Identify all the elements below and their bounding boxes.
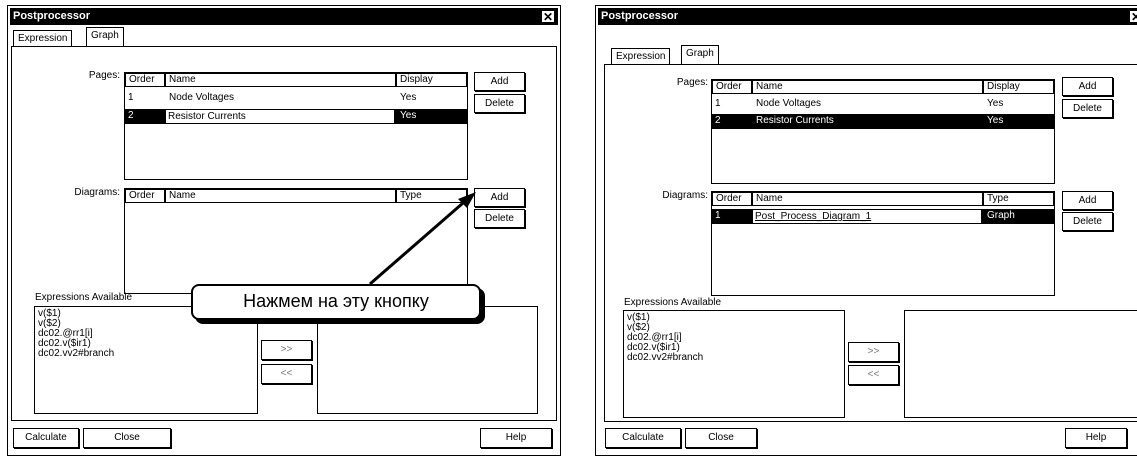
pages-list[interactable]: Order Name Display 1 Node Voltages Yes 2… bbox=[124, 72, 468, 180]
expressions-label: Expressions Available bbox=[624, 297, 722, 308]
pages-list[interactable]: Order Name Display 1 Node Voltages Yes 2… bbox=[711, 79, 1055, 184]
close-icon[interactable]: ✕ bbox=[1129, 10, 1137, 23]
move-right-button[interactable]: >> bbox=[261, 340, 312, 360]
diagrams-header-type[interactable]: Type bbox=[983, 192, 1054, 206]
calculate-button[interactable]: Calculate bbox=[13, 428, 79, 448]
diagrams-label: Diagrams: bbox=[74, 187, 120, 198]
row-order: 1 bbox=[715, 98, 721, 109]
pages-delete-button[interactable]: Delete bbox=[1062, 99, 1113, 118]
row-type: Graph bbox=[987, 210, 1015, 221]
pages-delete-button[interactable]: Delete bbox=[474, 94, 525, 113]
pages-add-button[interactable]: Add bbox=[474, 72, 525, 91]
close-button[interactable]: Close bbox=[83, 428, 171, 448]
table-row[interactable]: 1 Node Voltages Yes bbox=[712, 97, 1054, 112]
tab-expression[interactable]: Expression bbox=[13, 30, 73, 46]
diagram-name-edit-field[interactable]: Post_Process_Diagram_1 bbox=[752, 209, 982, 224]
pages-label: Pages: bbox=[88, 70, 120, 81]
callout-annotation: Нажмем на эту кнопку bbox=[191, 284, 481, 320]
row-display: Yes bbox=[987, 115, 1004, 126]
row-order: 2 bbox=[715, 115, 721, 126]
row-order: 1 bbox=[128, 92, 134, 103]
diagrams-add-button[interactable]: Add bbox=[474, 188, 525, 207]
row-order: 1 bbox=[715, 210, 721, 221]
table-row-selected[interactable]: 2 Resistor Currents Yes bbox=[712, 114, 1054, 129]
window-title: Postprocessor bbox=[601, 10, 679, 22]
move-left-button[interactable]: << bbox=[261, 364, 312, 384]
list-item[interactable]: dc02.vv2#branch bbox=[627, 353, 841, 363]
pages-header-order[interactable]: Order bbox=[125, 73, 165, 87]
selected-expressions-list[interactable] bbox=[904, 310, 1137, 418]
list-item[interactable]: v($1) bbox=[627, 313, 841, 323]
diagrams-add-button[interactable]: Add bbox=[1062, 191, 1113, 210]
tab-graph[interactable]: Graph bbox=[681, 45, 719, 64]
selected-expressions-list[interactable] bbox=[317, 306, 538, 414]
expressions-available-list[interactable]: v($1) v($2) dc02.@rr1[i] dc02.v($ir1) dc… bbox=[34, 306, 258, 414]
diagrams-header-order[interactable]: Order bbox=[125, 189, 165, 203]
diagrams-header-name[interactable]: Name bbox=[752, 192, 983, 206]
diagrams-list[interactable]: Order Name Type bbox=[124, 188, 468, 294]
pages-add-button[interactable]: Add bbox=[1062, 77, 1113, 96]
row-name: Node Voltages bbox=[756, 98, 822, 109]
pages-label: Pages: bbox=[676, 77, 708, 88]
window-title: Postprocessor bbox=[13, 10, 91, 22]
table-row-selected[interactable]: 2 Resistor Currents Yes bbox=[125, 109, 467, 124]
title-bar: Postprocessor ✕ bbox=[10, 8, 558, 25]
help-button[interactable]: Help bbox=[1065, 428, 1127, 448]
table-row-selected[interactable]: 1 Post_Process_Diagram_1 Graph bbox=[712, 209, 1054, 224]
pages-header-name[interactable]: Name bbox=[752, 80, 983, 94]
diagrams-header-order[interactable]: Order bbox=[712, 192, 752, 206]
row-name: Node Voltages bbox=[169, 92, 235, 103]
diagrams-list[interactable]: Order Name Type 1 Post_Process_Diagram_1… bbox=[711, 191, 1055, 296]
calculate-button[interactable]: Calculate bbox=[605, 428, 681, 448]
row-order: 2 bbox=[128, 110, 134, 121]
postprocessor-window-left: Postprocessor ✕ Expression Graph Pages: … bbox=[7, 5, 561, 456]
row-display: Yes bbox=[400, 92, 417, 103]
diagrams-label: Diagrams: bbox=[662, 190, 708, 201]
diagrams-delete-button[interactable]: Delete bbox=[1062, 212, 1113, 231]
row-name: Resistor Currents bbox=[756, 115, 834, 126]
list-item[interactable]: dc02.vv2#branch bbox=[38, 349, 254, 359]
expressions-label: Expressions Available bbox=[35, 292, 133, 303]
pages-header-name[interactable]: Name bbox=[165, 73, 396, 87]
diagrams-header-name[interactable]: Name bbox=[165, 189, 396, 203]
table-row[interactable]: 1 Node Voltages Yes bbox=[125, 91, 467, 106]
pages-header-display[interactable]: Display bbox=[396, 73, 467, 87]
postprocessor-window-right: Postprocessor ✕ Expression Graph Pages: … bbox=[595, 5, 1137, 456]
tab-expression[interactable]: Expression bbox=[611, 48, 671, 64]
move-left-button[interactable]: << bbox=[848, 365, 899, 385]
diagrams-header-type[interactable]: Type bbox=[396, 189, 467, 203]
tab-graph[interactable]: Graph bbox=[86, 27, 124, 46]
page-name-edit-field[interactable]: Resistor Currents bbox=[165, 109, 395, 124]
row-display: Yes bbox=[400, 110, 417, 121]
title-bar: Postprocessor ✕ bbox=[598, 8, 1137, 25]
close-button[interactable]: Close bbox=[685, 428, 757, 448]
expressions-available-list[interactable]: v($1) v($2) dc02.@rr1[i] dc02.v($ir1) dc… bbox=[623, 310, 845, 418]
close-icon[interactable]: ✕ bbox=[541, 10, 555, 23]
pages-header-order[interactable]: Order bbox=[712, 80, 752, 94]
help-button[interactable]: Help bbox=[480, 428, 552, 448]
row-display: Yes bbox=[987, 98, 1004, 109]
diagrams-delete-button[interactable]: Delete bbox=[474, 209, 525, 228]
pages-header-display[interactable]: Display bbox=[983, 80, 1054, 94]
move-right-button[interactable]: >> bbox=[848, 342, 899, 362]
